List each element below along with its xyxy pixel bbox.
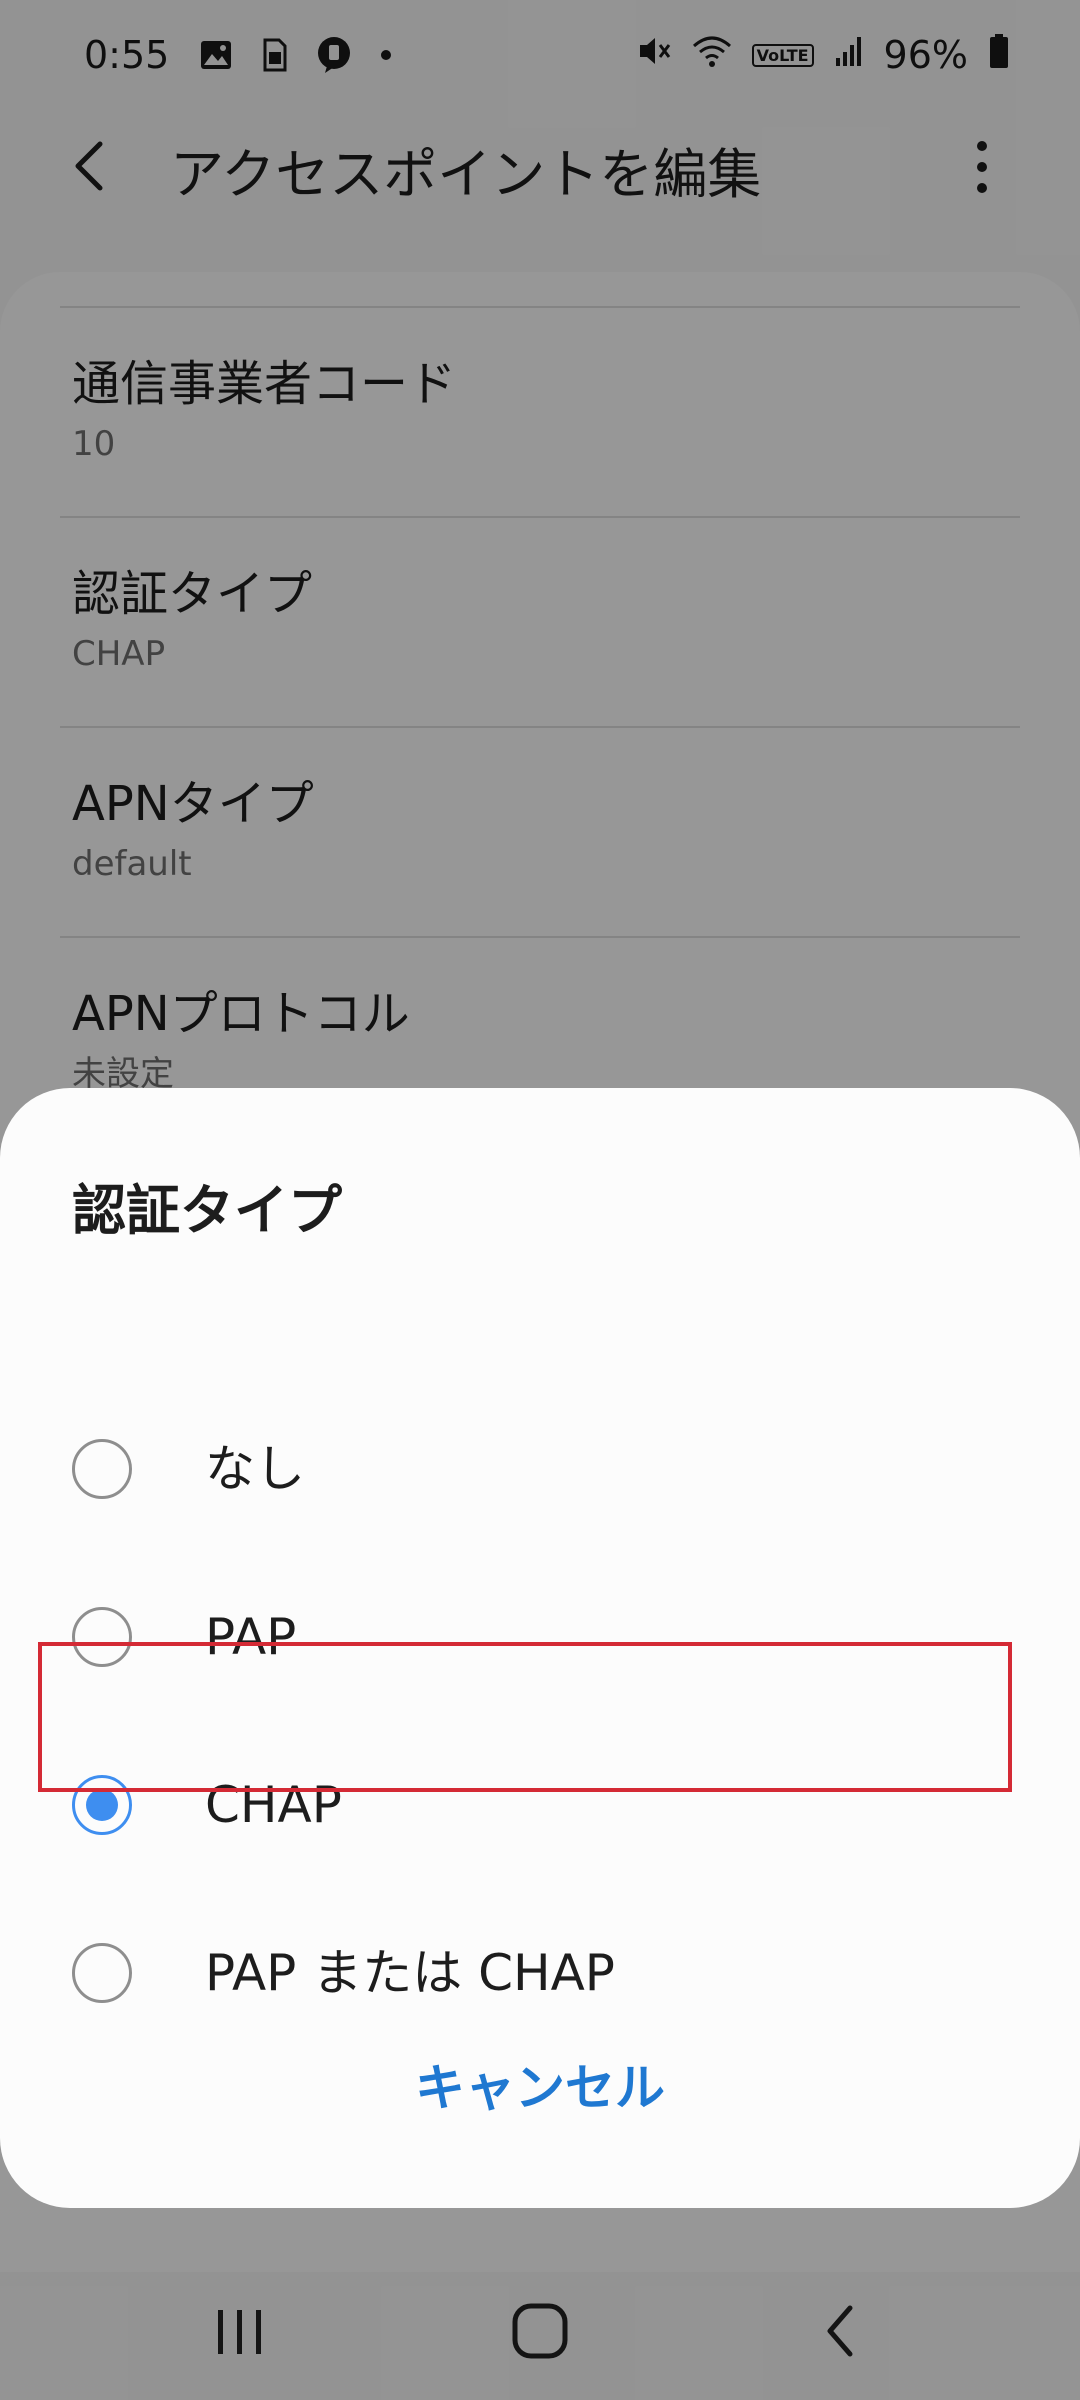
radio-button[interactable] <box>72 1439 132 1499</box>
option-label: PAP または CHAP <box>205 1944 615 2002</box>
option-none[interactable]: なし <box>0 1394 1080 1544</box>
option-label: なし <box>205 1440 305 1498</box>
dialog-title: 認証タイプ <box>72 1179 342 1242</box>
auth-type-dialog: 認証タイプ なし PAP CHAP PAP または CHAP キャンセル <box>0 1088 1080 2208</box>
radio-button[interactable] <box>72 1943 132 2003</box>
highlight-box <box>38 1642 1012 1792</box>
cancel-button[interactable]: キャンセル <box>340 2048 740 2128</box>
option-pap-or-chap[interactable]: PAP または CHAP <box>0 1898 1080 2048</box>
